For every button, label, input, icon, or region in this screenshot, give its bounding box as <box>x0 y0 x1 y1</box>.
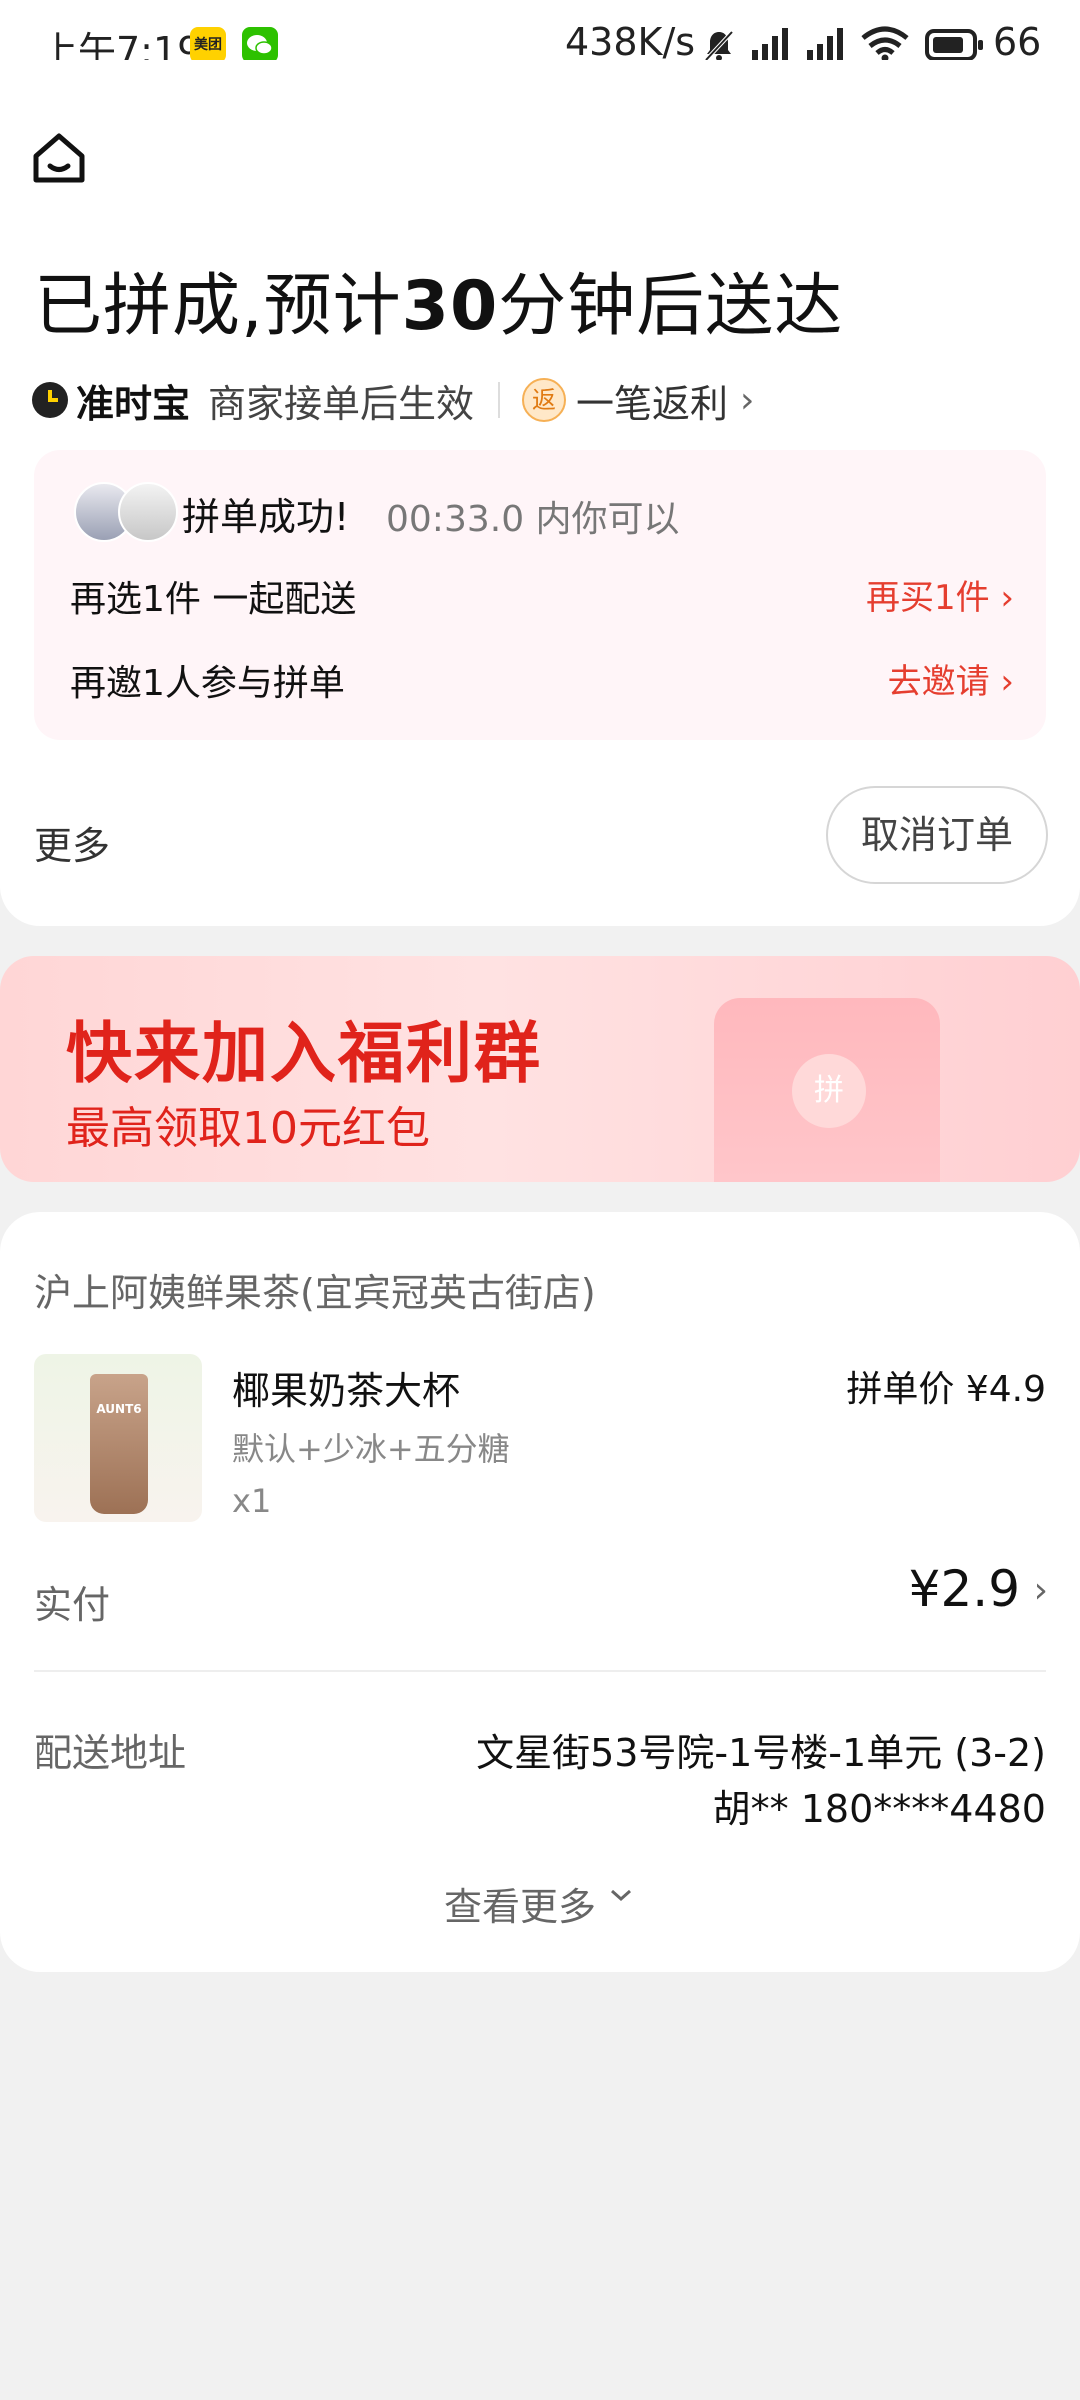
group-timer: 00:33.0 内你可以 <box>386 499 680 540</box>
envelope-seal: 拼 <box>792 1054 866 1128</box>
page-title: 已拼成,预计30分钟后送达 <box>34 267 844 346</box>
group-success-text: 拼单成功! <box>182 495 350 539</box>
chevron-right-icon: › <box>740 379 755 421</box>
recipient-line: 胡** 180****4480 <box>712 1787 1046 1831</box>
rebate-text: 一笔返利 <box>576 381 729 426</box>
battery-level: 66 <box>993 20 1042 64</box>
banner-subtitle: 最高领取10元红包 <box>66 1103 430 1154</box>
address-line: 文星街53号院-1号楼-1单元 (3-2) <box>476 1731 1046 1775</box>
buy-one-more-link[interactable]: 再买1件 › <box>866 570 1014 619</box>
product-quantity: x1 <box>232 1482 272 1520</box>
ontime-desc: 商家接单后生效 <box>208 381 475 426</box>
chevron-right-icon[interactable]: › <box>1034 1570 1048 1611</box>
rebate-icon: 返 <box>522 378 567 422</box>
shield-clock-icon <box>32 382 68 418</box>
address-label: 配送地址 <box>34 1731 187 1775</box>
see-more-button[interactable]: 查看更多 <box>444 1876 596 1931</box>
divider <box>498 382 501 418</box>
network-speed: 438K/s <box>565 20 696 64</box>
chevron-down-icon[interactable] <box>608 1878 634 1913</box>
product-spec: 默认+少冰+五分糖 <box>232 1430 510 1468</box>
banner-title: 快来加入福利群 <box>66 1015 542 1092</box>
wechat-app-icon <box>242 27 278 63</box>
paid-amount[interactable]: ¥2.9 <box>909 1560 1020 1618</box>
product-price: 拼单价 ¥4.9 <box>846 1369 1046 1410</box>
group-avatars <box>74 482 178 542</box>
invite-label: 再邀1人参与拼单 <box>70 663 345 704</box>
product-image[interactable]: AUNT6 <box>34 1354 202 1522</box>
add-item-label: 再选1件 一起配送 <box>70 579 357 620</box>
ontime-label: 准时宝 <box>76 381 191 426</box>
product-image-label: AUNT6 <box>96 1402 142 1416</box>
avatar <box>118 482 178 542</box>
cancel-order-button[interactable]: 取消订单 <box>826 786 1048 884</box>
divider <box>34 1670 1046 1672</box>
ontime-guarantee-row[interactable]: 准时宝 商家接单后生效 返 一笔返利 › <box>32 370 754 430</box>
more-button[interactable]: 更多 <box>34 815 110 870</box>
invite-link[interactable]: 去邀请 › <box>888 654 1014 703</box>
shop-name[interactable]: 沪上阿姨鲜果茶(宜宾冠英古街店) <box>34 1262 596 1317</box>
home-icon[interactable] <box>30 130 88 190</box>
product-name: 椰果奶茶大杯 <box>232 1369 461 1413</box>
meituan-app-icon: 美团 <box>190 27 226 63</box>
cup-graphic <box>90 1374 148 1514</box>
paid-label: 实付 <box>34 1583 111 1627</box>
